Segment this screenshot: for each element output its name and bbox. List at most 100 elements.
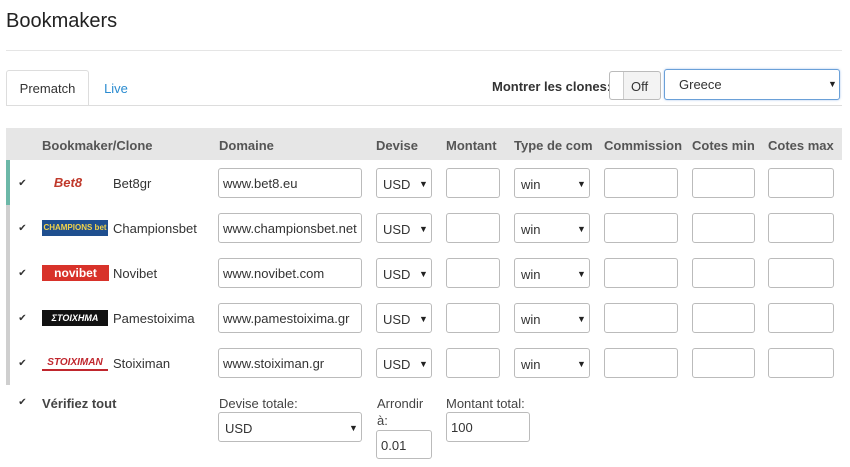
odds-max-input[interactable] bbox=[768, 213, 834, 243]
chevron-down-icon: ▼ bbox=[419, 269, 428, 279]
tab-live[interactable]: Live bbox=[90, 70, 142, 106]
domain-input[interactable]: www.pamestoixima.gr bbox=[218, 303, 362, 333]
total-currency-select[interactable]: USD ▼ bbox=[218, 412, 362, 442]
row-checkbox[interactable]: ✔ bbox=[17, 178, 28, 189]
total-currency-label: Devise totale: bbox=[219, 396, 298, 411]
odds-max-input[interactable] bbox=[768, 303, 834, 333]
amount-input[interactable] bbox=[446, 213, 500, 243]
chevron-down-icon: ▼ bbox=[419, 314, 428, 324]
currency-value: USD bbox=[383, 357, 411, 372]
domain-input[interactable]: www.stoiximan.gr bbox=[218, 348, 362, 378]
amount-input[interactable] bbox=[446, 258, 500, 288]
header-bookmaker: Bookmaker/Clone bbox=[42, 138, 153, 153]
show-clones-toggle[interactable]: Off bbox=[609, 71, 661, 100]
domain-input[interactable]: www.novibet.com bbox=[218, 258, 362, 288]
header-odds-max: Cotes max bbox=[768, 138, 834, 153]
total-currency-value: USD bbox=[225, 421, 253, 436]
bookmaker-logo: novibet bbox=[42, 265, 109, 281]
currency-select[interactable]: USD ▼ bbox=[376, 168, 432, 198]
amount-input[interactable] bbox=[446, 168, 500, 198]
bookmaker-logo: STOIXIMAN bbox=[42, 355, 108, 371]
commission-type-select[interactable]: win ▼ bbox=[514, 258, 590, 288]
commission-type-select[interactable]: win ▼ bbox=[514, 348, 590, 378]
bookmaker-name: Stoiximan bbox=[113, 356, 171, 371]
row-checkbox[interactable]: ✔ bbox=[17, 223, 28, 234]
commission-input[interactable] bbox=[604, 303, 678, 333]
round-input[interactable]: 0.01 bbox=[376, 430, 432, 459]
row-indicator bbox=[6, 160, 10, 205]
amount-input[interactable] bbox=[446, 303, 500, 333]
page-title: Bookmakers bbox=[6, 10, 118, 32]
odds-min-input[interactable] bbox=[692, 213, 755, 243]
country-value: Greece bbox=[679, 77, 722, 92]
commission-type-select[interactable]: win ▼ bbox=[514, 213, 590, 243]
currency-value: USD bbox=[383, 312, 411, 327]
verify-all-label: Vérifiez tout bbox=[42, 396, 117, 411]
odds-min-input[interactable] bbox=[692, 168, 755, 198]
header-currency: Devise bbox=[376, 138, 418, 153]
row-checkbox[interactable]: ✔ bbox=[17, 358, 28, 369]
row-indicator bbox=[6, 340, 10, 385]
chevron-down-icon: ▼ bbox=[828, 79, 837, 89]
row-checkbox[interactable]: ✔ bbox=[17, 313, 28, 324]
country-select[interactable]: Greece ▼ bbox=[664, 69, 840, 100]
amount-input[interactable] bbox=[446, 348, 500, 378]
bookmaker-name: Championsbet bbox=[113, 221, 197, 236]
odds-max-input[interactable] bbox=[768, 258, 834, 288]
odds-min-input[interactable] bbox=[692, 348, 755, 378]
chevron-down-icon: ▼ bbox=[349, 423, 358, 433]
commission-type-select[interactable]: win ▼ bbox=[514, 303, 590, 333]
chevron-down-icon: ▼ bbox=[577, 314, 586, 324]
bookmaker-name: Novibet bbox=[113, 266, 158, 281]
header-domain: Domaine bbox=[219, 138, 274, 153]
currency-select[interactable]: USD ▼ bbox=[376, 258, 432, 288]
chevron-down-icon: ▼ bbox=[577, 179, 586, 189]
chevron-down-icon: ▼ bbox=[577, 269, 586, 279]
currency-select[interactable]: USD ▼ bbox=[376, 348, 432, 378]
currency-value: USD bbox=[383, 222, 411, 237]
domain-input[interactable]: www.bet8.eu bbox=[218, 168, 362, 198]
row-indicator bbox=[6, 250, 10, 295]
commission-input[interactable] bbox=[604, 258, 678, 288]
currency-select[interactable]: USD ▼ bbox=[376, 303, 432, 333]
bookmaker-name: Bet8gr bbox=[113, 176, 152, 191]
divider bbox=[6, 50, 842, 51]
show-clones-label: Montrer les clones: bbox=[492, 79, 612, 94]
verify-all-checkbox[interactable]: ✔ bbox=[17, 397, 28, 408]
commission-input[interactable] bbox=[604, 168, 678, 198]
currency-value: USD bbox=[383, 177, 411, 192]
header-amount: Montant bbox=[446, 138, 497, 153]
odds-max-input[interactable] bbox=[768, 348, 834, 378]
commission-type-value: win bbox=[521, 267, 541, 282]
chevron-down-icon: ▼ bbox=[577, 224, 586, 234]
bookmaker-name: Pamestoixima bbox=[113, 311, 195, 326]
commission-input[interactable] bbox=[604, 213, 678, 243]
round-label: Arrondir bbox=[377, 396, 424, 411]
commission-type-select[interactable]: win ▼ bbox=[514, 168, 590, 198]
round-label-suffix: à: bbox=[377, 413, 388, 428]
row-checkbox[interactable]: ✔ bbox=[17, 268, 28, 279]
row-indicator bbox=[6, 295, 10, 340]
commission-type-value: win bbox=[521, 312, 541, 327]
odds-min-input[interactable] bbox=[692, 303, 755, 333]
odds-min-input[interactable] bbox=[692, 258, 755, 288]
chevron-down-icon: ▼ bbox=[419, 179, 428, 189]
bookmaker-logo: ΣΤΟΙΧΗΜΑ bbox=[42, 310, 108, 326]
bookmaker-logo: Bet8 bbox=[42, 175, 94, 191]
domain-input[interactable]: www.championsbet.net bbox=[218, 213, 362, 243]
total-amount-input[interactable]: 100 bbox=[446, 412, 530, 442]
chevron-down-icon: ▼ bbox=[577, 359, 586, 369]
toggle-state: Off bbox=[631, 79, 649, 94]
header-commission: Commission bbox=[604, 138, 683, 153]
commission-type-value: win bbox=[521, 357, 541, 372]
odds-max-input[interactable] bbox=[768, 168, 834, 198]
commission-input[interactable] bbox=[604, 348, 678, 378]
chevron-down-icon: ▼ bbox=[419, 224, 428, 234]
total-amount-label: Montant total: bbox=[446, 396, 525, 411]
currency-select[interactable]: USD ▼ bbox=[376, 213, 432, 243]
commission-type-value: win bbox=[521, 177, 541, 192]
header-commission-type: Type de com bbox=[514, 138, 593, 153]
tab-prematch[interactable]: Prematch bbox=[6, 70, 89, 106]
bookmaker-logo: CHAMPIONS bet bbox=[42, 220, 108, 236]
currency-value: USD bbox=[383, 267, 411, 282]
